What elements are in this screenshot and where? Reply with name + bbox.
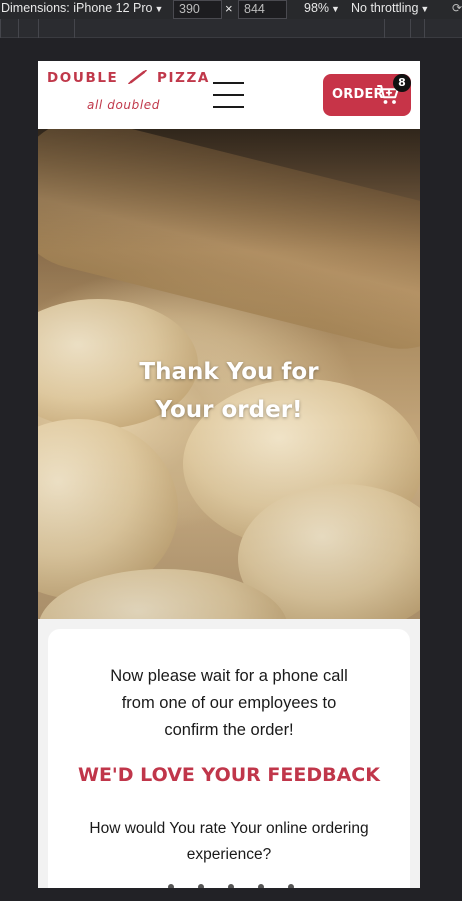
site-header: DOUBLE PIZZA all doubled ORDER 8 [38, 61, 420, 129]
confirmation-message-line: confirm the order! [164, 721, 294, 739]
confirmation-card: Now please wait for a phone call from on… [48, 629, 410, 888]
media-query-ruler [0, 19, 462, 38]
rating-question-line: experience? [186, 846, 272, 863]
confirmation-message: Now please wait for a phone call from on… [48, 663, 410, 744]
star-icon[interactable] [198, 884, 204, 888]
logo[interactable]: DOUBLE PIZZA all doubled [47, 68, 208, 118]
viewport-height-input[interactable]: 844 [238, 0, 287, 19]
logo-tagline: all doubled [87, 98, 160, 112]
chevron-down-icon: ▼ [154, 4, 164, 14]
hero-title-line: Thank You for [139, 359, 319, 385]
confirmation-section: Now please wait for a phone call from on… [38, 619, 420, 888]
zoom-value: 98% [304, 1, 330, 15]
menu-button[interactable] [213, 81, 244, 109]
logo-name-right: PIZZA [156, 70, 210, 86]
dimension-separator: × [225, 1, 233, 16]
menu-icon-bar [213, 94, 244, 96]
logo-name-left: DOUBLE [47, 70, 119, 86]
hero-title-line: Your order! [155, 397, 303, 423]
devtools-device-toolbar: Dimensions: iPhone 12 Pro ▼ 390 × 844 98%… [0, 0, 462, 19]
rating-stars[interactable] [168, 884, 308, 888]
star-icon[interactable] [258, 884, 264, 888]
cart-count-badge: 8 [393, 74, 411, 92]
star-icon[interactable] [288, 884, 294, 888]
hero-banner: Thank You for Your order! [38, 129, 420, 619]
chevron-down-icon: ▼ [420, 4, 430, 14]
feedback-heading: WE'D LOVE YOUR FEEDBACK [78, 764, 380, 786]
confirmation-message-line: from one of our employees to [121, 694, 337, 712]
throttling-value: No throttling [351, 1, 419, 15]
chevron-down-icon: ▼ [331, 4, 340, 14]
hero-title: Thank You for Your order! [38, 353, 420, 429]
device-dimensions-label: Dimensions: iPhone 12 Pro [1, 1, 153, 15]
star-icon[interactable] [228, 884, 234, 888]
menu-icon-bar [213, 106, 244, 108]
confirmation-message-line: Now please wait for a phone call [110, 667, 348, 685]
order-button-label: ORDER [332, 87, 384, 102]
device-select[interactable]: Dimensions: iPhone 12 Pro ▼ [1, 1, 163, 15]
throttling-select[interactable]: No throttling ▼ [351, 1, 429, 15]
logo-name: DOUBLE PIZZA [47, 70, 210, 86]
viewport-width-input[interactable]: 390 [173, 0, 222, 19]
device-viewport: DOUBLE PIZZA all doubled ORDER 8 Thank Y… [38, 61, 420, 888]
zoom-select[interactable]: 98% ▼ [304, 1, 340, 15]
star-icon[interactable] [168, 884, 174, 888]
rating-question: How would You rate Your online ordering … [48, 816, 410, 868]
menu-icon-bar [213, 82, 244, 84]
rolling-pin-icon [127, 70, 147, 84]
rotate-icon[interactable]: ⟳ [452, 1, 462, 15]
rating-question-line: How would You rate Your online ordering [89, 820, 369, 837]
